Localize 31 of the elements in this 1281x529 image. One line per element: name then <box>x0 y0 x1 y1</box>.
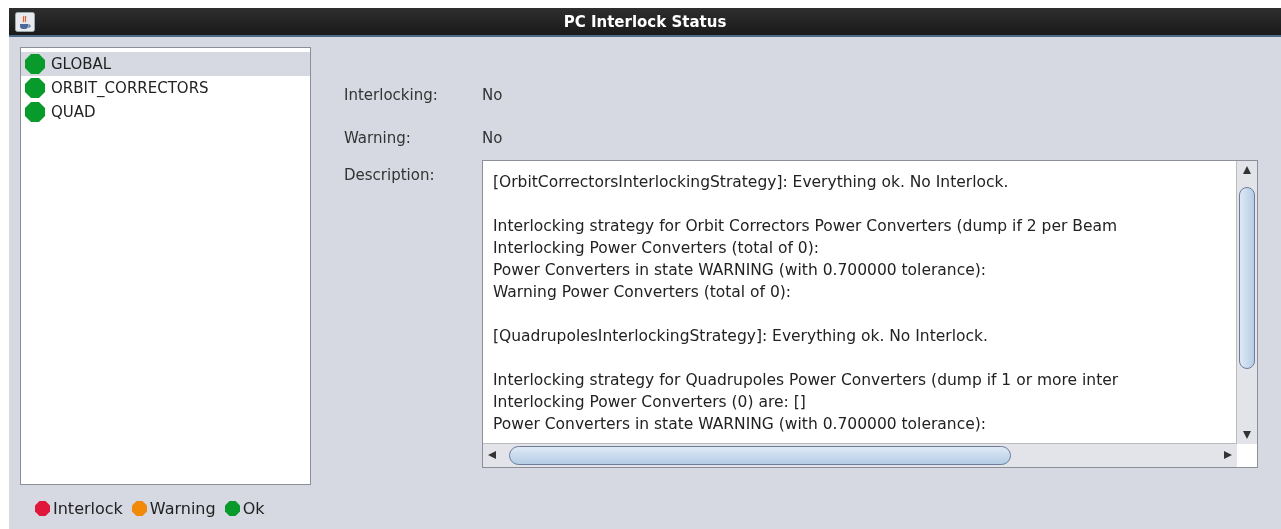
field-value: No <box>482 129 503 147</box>
scroll-down-icon[interactable] <box>1242 430 1252 440</box>
window-title: PC Interlock Status <box>563 12 727 31</box>
field-label: Description: <box>344 166 436 186</box>
text-line: Power Converters in state WARNING (with 0.700000 tolerance): <box>493 414 986 435</box>
text-line: [QuadrupolesInterlockingStrategy]: Everything ok. No Interlock. <box>493 326 988 347</box>
text-line: Interlocking Power Converters (total of 0): <box>493 238 819 259</box>
legend-label: Interlock <box>53 499 123 518</box>
tree-item[interactable]: GLOBAL <box>21 52 310 76</box>
text-line: Interlocking Power Converters (0) are: [] <box>493 392 806 413</box>
cup-icon <box>15 11 35 32</box>
text-line: Power Converters in state WARNING (with 0.700000 tolerance): <box>493 260 986 281</box>
legend-label: Warning <box>149 499 216 518</box>
description-area[interactable] <box>482 160 1258 468</box>
tree-item[interactable]: ORBIT_CORRECTORS <box>21 76 310 100</box>
legend-label: Ok <box>242 499 265 518</box>
field-label: Warning: <box>344 129 412 147</box>
scroll-up-icon[interactable] <box>1242 165 1252 175</box>
field-label: Interlocking: <box>344 86 439 104</box>
scroll-left-icon[interactable] <box>487 450 497 460</box>
scroll-right-icon[interactable] <box>1223 450 1233 460</box>
tree-item[interactable]: QUAD <box>21 100 310 124</box>
scroll-thumb[interactable] <box>509 446 1011 465</box>
text-line: Interlocking strategy for Quadrupoles Power Converters (dump if 1 or more inter <box>493 370 1119 391</box>
text-line: Warning Power Converters (total of 0): <box>493 282 792 303</box>
scroll-thumb[interactable] <box>1239 187 1255 369</box>
text-line: [OrbitCorrectorsInterlockingStrategy]: Everything ok. No Interlock. <box>493 172 1009 193</box>
horizontal-scrollbar[interactable] <box>483 443 1237 467</box>
field-value: No <box>482 86 503 104</box>
text-line: Interlocking strategy for Orbit Correctors Power Converters (dump if 2 per Beam <box>493 216 1118 237</box>
vertical-scrollbar[interactable] <box>1236 161 1257 444</box>
